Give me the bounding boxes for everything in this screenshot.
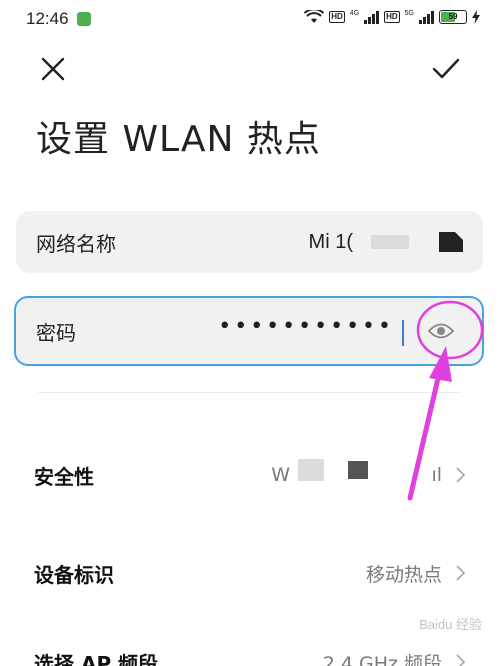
device-identifier-value: 移动热点 — [365, 563, 442, 586]
security-row[interactable]: 安全性 W ıl — [0, 445, 500, 505]
network-name-value: Mi 1( — [308, 230, 353, 253]
close-icon — [41, 57, 65, 81]
close-button[interactable] — [36, 52, 70, 86]
chevron-right-icon — [456, 467, 466, 483]
battery-level: 59 — [448, 12, 458, 21]
network-name-field[interactable]: 网络名称 Mi 1( — [16, 211, 483, 273]
app-notification-icon — [76, 12, 91, 26]
checkmark-icon — [432, 58, 460, 79]
password-label: 密码 — [36, 320, 76, 345]
device-identifier-label: 设备标识 — [34, 562, 114, 587]
device-identifier-row[interactable]: 设备标识 移动热点 — [0, 543, 500, 603]
security-label: 安全性 — [34, 464, 94, 489]
ap-band-row[interactable]: 选择 AP 频段 2.4 GHz 频段 — [0, 632, 500, 666]
status-time: 12:46 — [26, 9, 69, 28]
security-value-tail: ıl — [431, 464, 442, 486]
battery-icon: 59 — [439, 10, 467, 24]
chevron-right-icon — [456, 654, 466, 666]
status-icons: HD 4G HD 5G 59 — [304, 10, 480, 24]
signal-icon — [364, 10, 380, 24]
status-bar: 12:46 HD 4G HD 5G 59 — [0, 0, 500, 38]
hd-badge: HD — [329, 11, 345, 23]
security-value: W — [271, 464, 290, 486]
text-cursor — [402, 320, 404, 346]
hd-badge-2: HD — [384, 11, 400, 23]
section-divider — [38, 392, 462, 393]
redaction-block — [348, 461, 368, 479]
ap-band-label: 选择 AP 频段 — [34, 651, 159, 666]
edit-corner-icon — [439, 232, 463, 252]
page-title: 设置 WLAN 热点 — [36, 119, 321, 160]
redaction-block — [371, 235, 409, 249]
eye-icon — [428, 323, 454, 339]
password-input[interactable]: ••••••••••• — [218, 314, 394, 339]
watermark: Baidu 经验 — [419, 617, 482, 632]
password-field[interactable]: 密码 ••••••••••• — [14, 296, 484, 366]
network-type-4g: 4G — [349, 10, 360, 17]
redaction-block — [298, 459, 324, 481]
signal-icon-2 — [419, 10, 434, 24]
wifi-icon — [304, 10, 325, 23]
network-name-label: 网络名称 — [36, 231, 116, 256]
chevron-right-icon — [456, 565, 466, 581]
ap-band-value: 2.4 GHz 频段 — [322, 652, 442, 666]
charging-icon — [472, 10, 480, 24]
confirm-button[interactable] — [428, 52, 464, 86]
network-type-5g: 5G — [404, 10, 414, 17]
show-password-button[interactable] — [420, 312, 462, 350]
